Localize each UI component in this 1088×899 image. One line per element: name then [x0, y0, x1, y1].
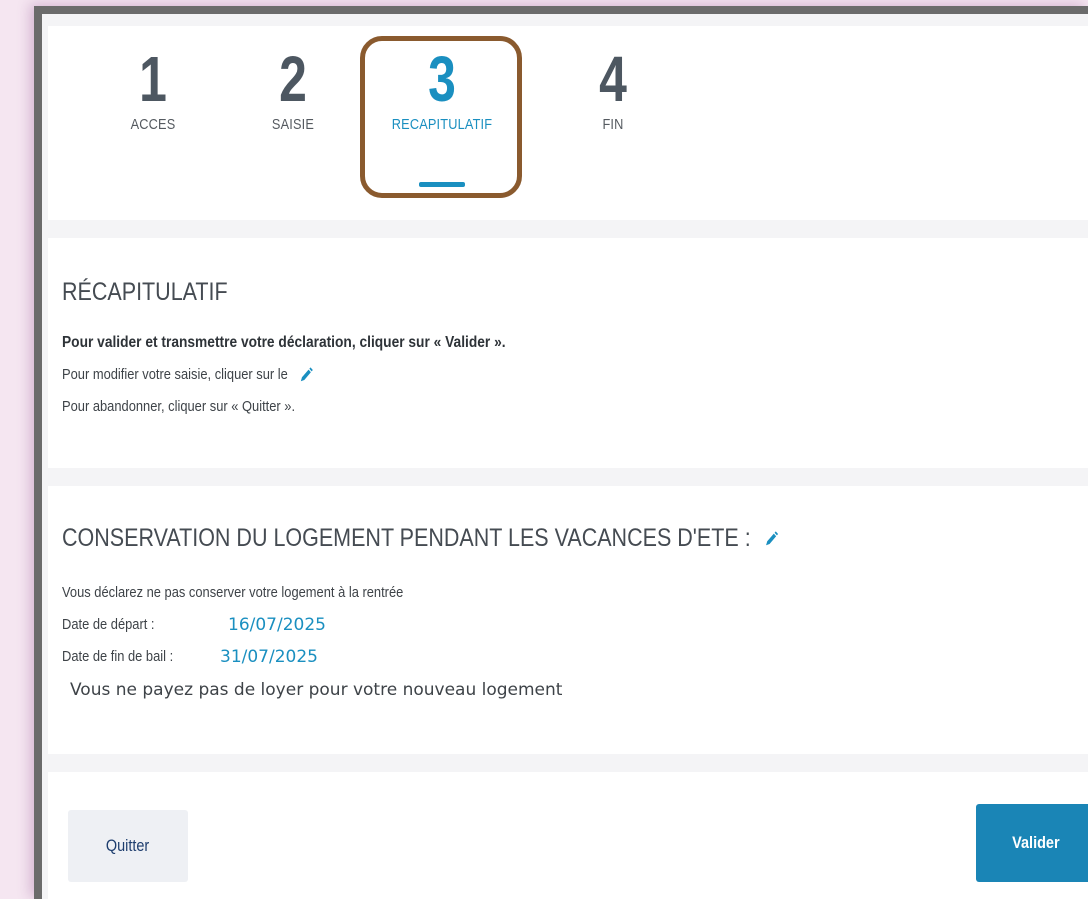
step-label: FIN	[602, 116, 624, 133]
conservation-declaration: Vous déclarez ne pas conserver votre log…	[62, 584, 404, 601]
quit-button-label: Quitter	[106, 836, 150, 855]
recap-title: RÉCAPITULATIF	[62, 278, 228, 306]
step-number: 4	[599, 43, 627, 115]
actions-panel: Quitter Valider	[48, 772, 1088, 899]
recap-panel: RÉCAPITULATIF Pour valider et transmettr…	[48, 238, 1088, 468]
depart-date-label: Date de départ :	[62, 616, 155, 633]
pencil-icon	[300, 367, 313, 382]
conservation-title-text: CONSERVATION DU LOGEMENT PENDANT LES VAC…	[62, 524, 751, 552]
step-label: ACCES	[130, 116, 176, 133]
step-label: SAISIE	[271, 116, 315, 133]
conservation-title: CONSERVATION DU LOGEMENT PENDANT LES VAC…	[62, 524, 779, 553]
step-number: 1	[139, 43, 167, 115]
validate-button[interactable]: Valider	[976, 804, 1088, 882]
step-1: 1 ACCES	[88, 44, 218, 133]
step-highlight-frame	[360, 36, 522, 198]
pencil-icon[interactable]	[764, 530, 779, 548]
page-frame: 1 ACCES 2 SAISIE 3 RECAPITULATIF 4 FIN R…	[34, 6, 1088, 899]
step-2: 2 SAISIE	[228, 44, 358, 133]
step-4: 4 FIN	[548, 44, 678, 133]
fin-bail-label: Date de fin de bail :	[62, 648, 174, 665]
depart-date-value: 16/07/2025	[228, 615, 326, 635]
quit-button[interactable]: Quitter	[68, 810, 188, 882]
recap-quit-instruction: Pour abandonner, cliquer sur « Quitter »…	[62, 398, 296, 415]
stepper-panel: 1 ACCES 2 SAISIE 3 RECAPITULATIF 4 FIN	[48, 26, 1088, 220]
recap-validate-instruction: Pour valider et transmettre votre déclar…	[62, 334, 506, 351]
step-number: 2	[279, 43, 307, 115]
fin-bail-value: 31/07/2025	[220, 647, 318, 667]
recap-modify-text: Pour modifier votre saisie, cliquer sur …	[62, 366, 288, 383]
conservation-panel: CONSERVATION DU LOGEMENT PENDANT LES VAC…	[48, 486, 1088, 754]
loyer-statement: Vous ne payez pas de loyer pour votre no…	[70, 680, 563, 700]
recap-modify-instruction: Pour modifier votre saisie, cliquer sur …	[62, 366, 314, 384]
validate-button-label: Valider	[1012, 833, 1060, 852]
